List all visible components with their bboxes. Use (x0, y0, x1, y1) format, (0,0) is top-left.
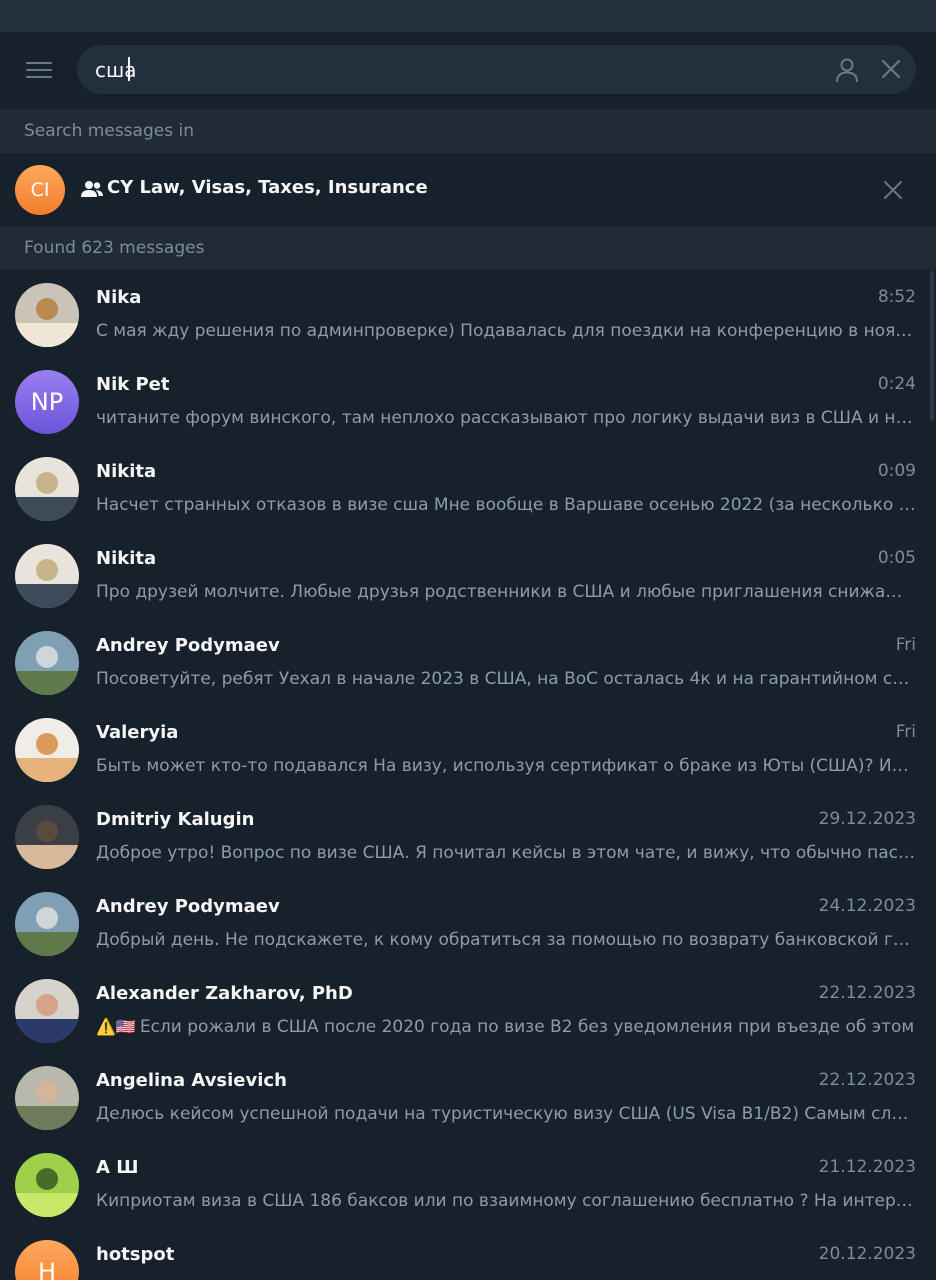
search-messages-in-label: Search messages in (24, 121, 194, 141)
search-result-row[interactable]: NP Nik Pet 0:24 читаните форум винского, та… (0, 358, 936, 445)
message-preview: Делюсь кейсом успешной подачи на туристи… (96, 1104, 916, 1124)
found-messages-header: Found 623 messages (0, 226, 936, 270)
sender-name: Nikita (96, 461, 157, 482)
sender-name: А Ш (96, 1157, 139, 1178)
message-preview-text: Посоветуйте, ребят Уехал в начале 2023 в… (96, 669, 916, 689)
message-preview: Добрый день. Не подскажете, к кому обрат… (96, 930, 916, 950)
message-preview: Посоветуйте, ребят Уехал в начале 2023 в… (96, 669, 916, 689)
search-result-row[interactable]: Andrey Podymaev 24.12.2023 Добрый день. Не… (0, 880, 936, 967)
sender-name: Andrey Podymaev (96, 635, 280, 656)
text-caret (128, 57, 130, 81)
search-result-row[interactable]: А Ш 21.12.2023 Киприотам виза в США 186 ба… (0, 1141, 936, 1228)
sender-name: Nik Pet (96, 374, 170, 395)
sender-name: Angelina Avsievich (96, 1070, 287, 1091)
message-preview-text: Киприотам виза в США 186 баксов или по в… (96, 1191, 916, 1211)
avatar-initials-text: NP (30, 388, 64, 416)
avatar-photo (15, 892, 79, 956)
search-result-row[interactable]: Valeryia Fri Быть может кто-то подавался Н… (0, 706, 936, 793)
search-result-row[interactable]: Nika 8:52 С мая жду решения по админпровер… (0, 271, 936, 358)
avatar-photo (15, 805, 79, 869)
message-time: 0:09 (877, 461, 916, 481)
message-time: 8:52 (877, 287, 916, 307)
message-preview-text: читаните форум винского, там неплохо рас… (96, 408, 916, 428)
search-input[interactable] (93, 55, 797, 85)
sender-name: Andrey Podymaev (96, 896, 280, 917)
avatar-initials: NP (15, 370, 79, 434)
message-preview: С мая жду решения по админпроверке) Пода… (96, 321, 916, 341)
message-preview-text: Если рожали в США после 2020 года по виз… (139, 1017, 915, 1037)
avatar-photo (15, 631, 79, 695)
chat-avatar: CI (15, 165, 65, 215)
chat-avatar-initials: CI (30, 179, 50, 201)
message-time: Fri (895, 635, 916, 655)
avatar-photo (15, 283, 79, 347)
avatar-photo (15, 979, 79, 1043)
message-time: 0:05 (877, 548, 916, 568)
group-icon (81, 181, 103, 197)
search-result-row[interactable]: Angelina Avsievich 22.12.2023 Делюсь кейсо… (0, 1054, 936, 1141)
message-preview-text: Быть может кто-то подавался На визу, исп… (96, 756, 916, 776)
message-preview-text: Доброе утро! Вопрос по визе США. Я почит… (96, 843, 916, 863)
message-preview-text: С мая жду решения по админпроверке) Пода… (96, 321, 916, 341)
message-preview: читаните форум винского, там неплохо рас… (96, 408, 916, 428)
message-preview: Киприотам виза в США 186 баксов или по в… (96, 1191, 916, 1211)
avatar-initials-text: H (37, 1258, 57, 1280)
warning-flag-emoji: ⚠️🇺🇸 (96, 1017, 136, 1036)
message-time: 22.12.2023 (818, 1070, 916, 1090)
avatar-photo (15, 1066, 79, 1130)
message-time: 22.12.2023 (818, 983, 916, 1003)
search-results-list: Nika 8:52 С мая жду решения по админпровер… (0, 271, 936, 1280)
avatar-initials: H (15, 1240, 79, 1280)
results-scrollbar[interactable] (930, 271, 934, 421)
avatar-photo (15, 1153, 79, 1217)
search-scope-chat[interactable]: CI CY Law, Visas, Taxes, Insurance (0, 153, 936, 226)
search-result-row[interactable]: Dmitriy Kalugin 29.12.2023 Доброе утро! Во… (0, 793, 936, 880)
hamburger-menu-icon[interactable] (26, 60, 52, 80)
sender-name: Nikita (96, 548, 157, 569)
avatar-photo (15, 457, 79, 521)
search-result-row[interactable]: Hhotspot 20.12.2023 (0, 1228, 936, 1280)
message-preview-text: Насчет странных отказов в визе сша Мне в… (96, 495, 916, 515)
remove-scope-close-icon[interactable] (884, 181, 902, 199)
sender-name: Alexander Zakharov, PhD (96, 983, 353, 1004)
sender-name: Nika (96, 287, 142, 308)
avatar-photo (15, 718, 79, 782)
sender-name: hotspot (96, 1244, 175, 1265)
message-preview: Быть может кто-то подавался На визу, исп… (96, 756, 916, 776)
message-time: 20.12.2023 (818, 1244, 916, 1264)
search-messages-in-header: Search messages in (0, 109, 936, 153)
message-time: 0:24 (877, 374, 916, 394)
search-result-row[interactable]: Nikita 0:05 Про друзей молчите. Любые друз… (0, 532, 936, 619)
found-messages-count: Found 623 messages (24, 238, 205, 258)
search-result-row[interactable]: Andrey Podymaev Fri Посоветуйте, ребят Уех… (0, 619, 936, 706)
message-time: Fri (895, 722, 916, 742)
message-preview: Насчет странных отказов в визе сша Мне в… (96, 495, 916, 515)
window-title-bar (0, 0, 936, 32)
message-time: 29.12.2023 (818, 809, 916, 829)
avatar-photo (15, 544, 79, 608)
message-preview-text: Добрый день. Не подскажете, к кому обрат… (96, 930, 916, 950)
sender-name: Valeryia (96, 722, 179, 743)
message-preview: Доброе утро! Вопрос по визе США. Я почит… (96, 843, 916, 863)
clear-search-icon[interactable] (881, 59, 901, 79)
message-time: 21.12.2023 (818, 1157, 916, 1177)
message-preview: Про друзей молчите. Любые друзья родстве… (96, 582, 916, 602)
search-result-row[interactable]: Nikita 0:09 Насчет странных отказов в визе… (0, 445, 936, 532)
search-box[interactable] (77, 45, 916, 94)
user-filter-icon[interactable] (835, 57, 859, 83)
sender-name: Dmitriy Kalugin (96, 809, 255, 830)
chat-name: CY Law, Visas, Taxes, Insurance (107, 177, 428, 198)
message-time: 24.12.2023 (818, 896, 916, 916)
message-preview-text: Делюсь кейсом успешной подачи на туристи… (96, 1104, 916, 1124)
message-preview-text: Про друзей молчите. Любые друзья родстве… (96, 582, 916, 602)
message-preview: ⚠️🇺🇸 Если рожали в США после 2020 года по… (96, 1017, 916, 1037)
search-result-row[interactable]: Alexander Zakharov, PhD 22.12.2023 ⚠️🇺🇸 Есл… (0, 967, 936, 1054)
